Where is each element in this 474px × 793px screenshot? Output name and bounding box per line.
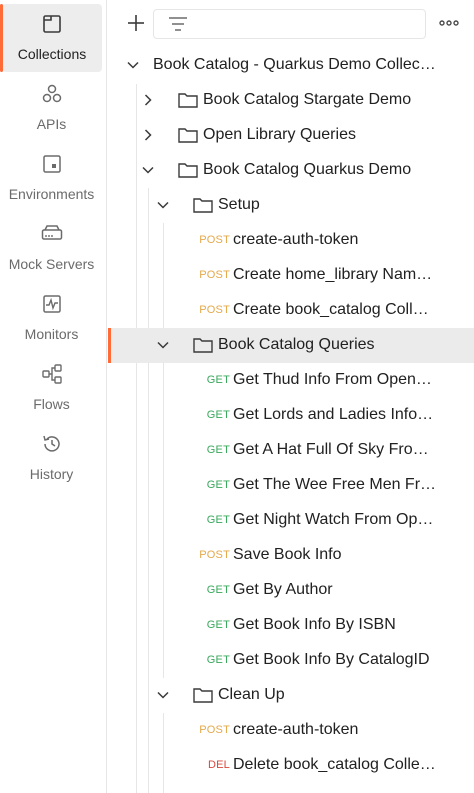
monitors-icon bbox=[40, 292, 64, 316]
sidebar-rail: Collections APIs Environments Mock Serve… bbox=[0, 0, 107, 793]
folder-icon bbox=[193, 687, 213, 703]
mock-servers-icon bbox=[40, 222, 64, 246]
chevron-right-icon[interactable] bbox=[141, 128, 155, 142]
folder-row[interactable]: Open Library Queries bbox=[108, 118, 474, 153]
request-row[interactable]: GET Get By Author bbox=[108, 573, 474, 608]
request-label: Get The Wee Free Men Fr… bbox=[233, 476, 437, 493]
request-row[interactable]: POST Save Book Info bbox=[108, 538, 474, 573]
rail-label: Mock Servers bbox=[8, 256, 95, 272]
request-row[interactable]: GET Get Book Info By CatalogID bbox=[108, 643, 474, 678]
request-label: Create home_library Nam… bbox=[233, 266, 433, 283]
folder-icon bbox=[193, 197, 213, 213]
request-row[interactable]: POST Create home_library Nam… bbox=[108, 258, 474, 293]
folder-row[interactable]: Book Catalog Stargate Demo bbox=[108, 83, 474, 118]
apis-icon bbox=[40, 82, 64, 106]
method-badge: GET bbox=[206, 409, 230, 421]
method-badge: GET bbox=[206, 514, 230, 526]
environments-icon bbox=[40, 152, 64, 176]
method-badge: GET bbox=[206, 584, 230, 596]
request-label: Get Thud Info From Open… bbox=[233, 371, 432, 388]
request-row[interactable]: GET Get A Hat Full Of Sky Fro… bbox=[108, 433, 474, 468]
collection-row[interactable]: Book Catalog - Quarkus Demo Collec… bbox=[108, 48, 474, 83]
chevron-down-icon[interactable] bbox=[126, 58, 140, 72]
method-badge: POST bbox=[199, 304, 230, 316]
rail-item-collections[interactable]: Collections bbox=[0, 4, 102, 72]
request-row[interactable]: DEL Delete book_catalog Colle… bbox=[108, 748, 474, 783]
folder-label: Clean Up bbox=[218, 686, 285, 703]
rail-item-apis[interactable]: APIs bbox=[0, 74, 103, 142]
collection-tree: Book Catalog - Quarkus Demo Collec… Book… bbox=[108, 48, 474, 793]
method-badge: DEL bbox=[208, 759, 230, 771]
rail-label: Environments bbox=[8, 186, 95, 202]
folder-icon bbox=[178, 127, 198, 143]
chevron-down-icon[interactable] bbox=[141, 163, 155, 177]
rail-item-monitors[interactable]: Monitors bbox=[0, 284, 103, 352]
method-badge: GET bbox=[206, 374, 230, 386]
method-badge: GET bbox=[206, 444, 230, 456]
chevron-down-icon[interactable] bbox=[156, 338, 170, 352]
collection-name: Book Catalog - Quarkus Demo Collec… bbox=[153, 56, 436, 73]
request-label: create-auth-token bbox=[233, 231, 359, 248]
folder-label: Setup bbox=[218, 196, 260, 213]
rail-label: APIs bbox=[36, 116, 67, 132]
history-icon bbox=[40, 432, 64, 456]
method-badge: POST bbox=[199, 269, 230, 281]
chevron-down-icon[interactable] bbox=[156, 688, 170, 702]
method-badge: GET bbox=[206, 654, 230, 666]
folder-label: Book Catalog Stargate Demo bbox=[203, 91, 412, 108]
chevron-down-icon[interactable] bbox=[156, 198, 170, 212]
filter-icon[interactable] bbox=[168, 16, 188, 37]
rail-label: Monitors bbox=[24, 326, 79, 342]
request-row[interactable]: POST Create book_catalog Coll… bbox=[108, 293, 474, 328]
method-badge: GET bbox=[206, 619, 230, 631]
collections-toolbar bbox=[108, 0, 474, 48]
folder-label: Open Library Queries bbox=[203, 126, 356, 143]
folder-label: Book Catalog Quarkus Demo bbox=[203, 161, 412, 178]
filter-input[interactable] bbox=[153, 9, 426, 39]
rail-item-history[interactable]: History bbox=[0, 424, 103, 492]
folder-icon bbox=[178, 162, 198, 178]
rail-item-mock-servers[interactable]: Mock Servers bbox=[0, 214, 103, 282]
request-row[interactable]: GET Get Lords and Ladies Info… bbox=[108, 398, 474, 433]
folder-icon bbox=[178, 92, 198, 108]
request-row[interactable]: POST create-auth-token bbox=[108, 223, 474, 258]
request-label: Get Book Info By ISBN bbox=[233, 616, 396, 633]
flows-icon bbox=[40, 362, 64, 386]
folder-row-queries[interactable]: Book Catalog Queries bbox=[108, 328, 474, 363]
request-label: Get Night Watch From Op… bbox=[233, 511, 434, 528]
request-label: Save Book Info bbox=[233, 546, 342, 563]
rail-label: History bbox=[29, 466, 74, 482]
method-badge: GET bbox=[206, 479, 230, 491]
rail-label: Collections bbox=[17, 46, 87, 62]
request-label: Get By Author bbox=[233, 581, 333, 598]
folder-row-cleanup[interactable]: Clean Up bbox=[108, 678, 474, 713]
request-row[interactable]: GET Get Thud Info From Open… bbox=[108, 363, 474, 398]
more-options-icon[interactable] bbox=[438, 12, 460, 34]
rail-label: Flows bbox=[33, 396, 70, 412]
method-badge: POST bbox=[199, 549, 230, 561]
collections-icon bbox=[40, 12, 64, 36]
request-row[interactable]: POST create-auth-token bbox=[108, 713, 474, 748]
request-label: Get Book Info By CatalogID bbox=[233, 651, 430, 668]
folder-label: Book Catalog Queries bbox=[218, 336, 375, 353]
request-label: Delete book_catalog Colle… bbox=[233, 756, 436, 773]
request-row[interactable]: GET Get Book Info By ISBN bbox=[108, 608, 474, 643]
request-label: create-auth-token bbox=[233, 721, 359, 738]
request-label: Get A Hat Full Of Sky Fro… bbox=[233, 441, 429, 458]
rail-item-environments[interactable]: Environments bbox=[0, 144, 103, 212]
folder-row[interactable]: Book Catalog Quarkus Demo bbox=[108, 153, 474, 188]
method-badge: POST bbox=[199, 724, 230, 736]
request-row[interactable]: GET Get Night Watch From Op… bbox=[108, 503, 474, 538]
request-label: Get Lords and Ladies Info… bbox=[233, 406, 434, 423]
chevron-right-icon[interactable] bbox=[141, 93, 155, 107]
rail-item-flows[interactable]: Flows bbox=[0, 354, 103, 422]
plus-icon[interactable] bbox=[124, 11, 148, 35]
request-row[interactable]: GET Get The Wee Free Men Fr… bbox=[108, 468, 474, 503]
folder-icon bbox=[193, 337, 213, 353]
method-badge: POST bbox=[199, 234, 230, 246]
folder-row-setup[interactable]: Setup bbox=[108, 188, 474, 223]
request-label: Create book_catalog Coll… bbox=[233, 301, 429, 318]
